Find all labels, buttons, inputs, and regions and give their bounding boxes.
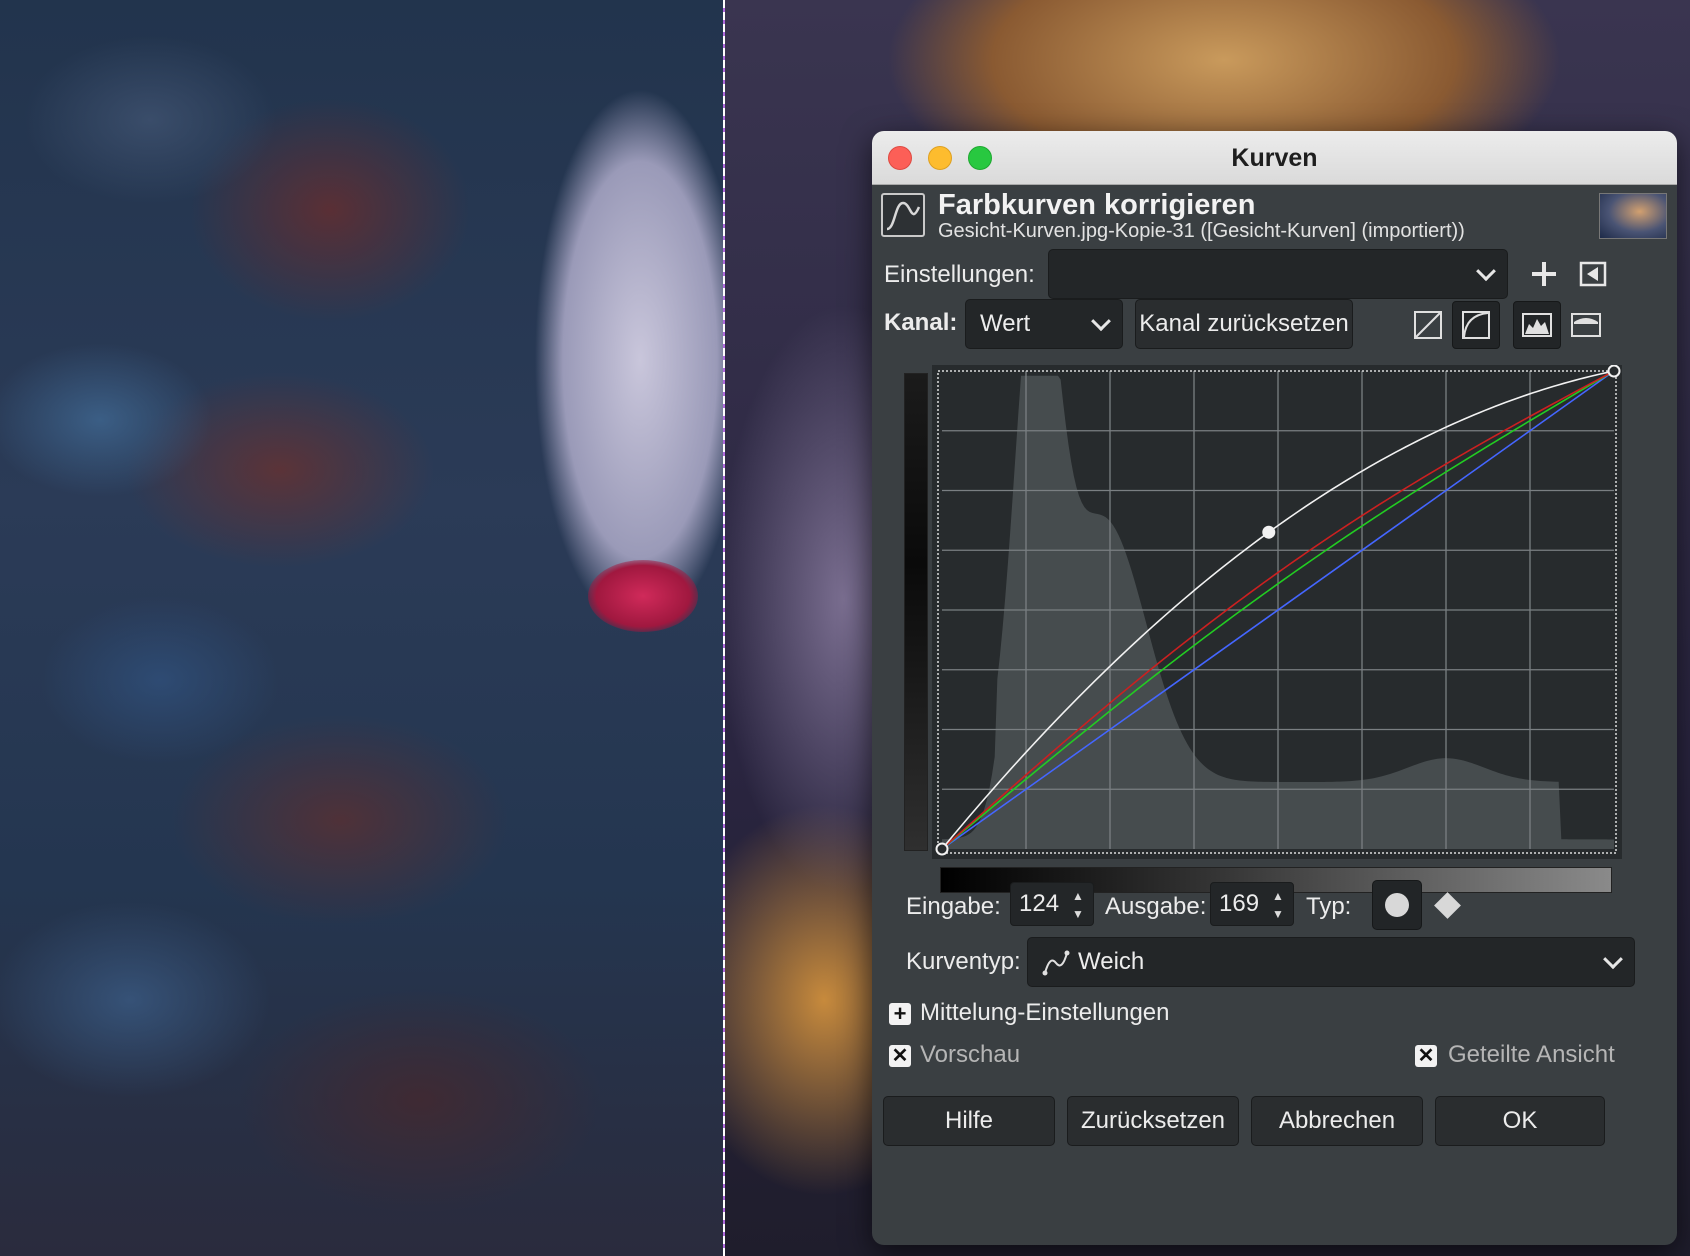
preview-checkbox[interactable]: ✕ [889,1045,911,1067]
split-view-checkbox[interactable]: ✕ [1415,1045,1437,1067]
split-view-divider[interactable] [723,0,725,1256]
point-type-smooth-button[interactable] [1372,880,1422,930]
linear-scale-icon [1414,311,1442,339]
curve-point-end[interactable] [1607,365,1621,378]
channel-value: Wert [980,310,1031,337]
output-gradient-bar [904,373,928,851]
reset-channel-button[interactable]: Kanal zurücksetzen [1135,299,1353,349]
output-spinner[interactable]: 169 ▲ ▼ [1210,882,1294,926]
histogram-icon [1522,313,1552,337]
channel-label: Kanal: [884,309,958,336]
reset-button[interactable]: Zurücksetzen [1067,1096,1239,1146]
output-value: 169 [1219,890,1260,917]
split-view-label: Geteilte Ansicht [1448,1041,1615,1068]
input-label: Eingabe: [906,893,1001,920]
histogram-alt-button[interactable] [1562,301,1610,349]
chevron-down-icon [1091,311,1111,332]
preview-label: Vorschau [920,1041,1021,1068]
curve-point-selected[interactable] [1262,525,1276,539]
settings-dropdown[interactable] [1048,249,1508,299]
header-title: Farbkurven korrigieren [938,189,1256,221]
curve-point-start[interactable] [935,842,949,856]
title-bar[interactable]: Kurven [872,131,1677,185]
spinner-arrows-icon[interactable]: ▲ ▼ [1063,883,1093,925]
header-subtitle: Gesicht-Kurven.jpg-Kopie-31 ([Gesicht-Ku… [938,220,1465,242]
ok-button[interactable]: OK [1435,1096,1605,1146]
spinner-arrows-icon[interactable]: ▲ ▼ [1263,883,1293,925]
cancel-button[interactable]: Abbrechen [1251,1096,1423,1146]
curve-type-label: Kurventyp: [906,948,1021,975]
image-thumbnail [1599,193,1667,239]
dialog-title: Kurven [1231,144,1318,172]
channel-dropdown[interactable]: Wert [965,299,1123,349]
settings-label: Einstellungen: [884,261,1035,288]
output-label: Ausgabe: [1105,893,1207,920]
help-button[interactable]: Hilfe [883,1096,1055,1146]
point-type-corner-button[interactable] [1422,880,1472,930]
expand-plus-icon[interactable]: + [889,1003,911,1025]
curve-tool-icon [881,193,925,237]
input-spinner[interactable]: 124 ▲ ▼ [1010,882,1094,926]
log-histogram-button[interactable] [1452,301,1500,349]
diamond-icon [1433,891,1461,919]
type-label: Typ: [1306,893,1352,920]
curve-type-value: Weich [1078,948,1145,975]
add-preset-button[interactable] [1520,250,1568,298]
preset-menu-icon [1579,261,1607,287]
plus-icon [1532,262,1556,286]
curve-type-dropdown[interactable]: Weich [1027,937,1635,987]
chevron-down-icon [1603,949,1623,970]
curves-dialog: Kurven Farbkurven korrigieren Gesicht-Ku… [872,131,1677,1245]
linear-histogram-button[interactable] [1404,301,1452,349]
preset-menu-button[interactable] [1569,250,1617,298]
curves-graph[interactable] [932,365,1622,859]
histogram-view-button[interactable] [1513,301,1561,349]
photo-lips [588,560,698,632]
logarithmic-scale-icon [1462,311,1490,339]
histogram-alt-icon [1571,313,1601,337]
input-value: 124 [1019,890,1060,917]
circle-icon [1385,893,1409,917]
smooth-curve-icon [1042,950,1070,976]
averaging-settings-expander[interactable]: Mittelung-Einstellungen [920,999,1169,1027]
chevron-down-icon [1476,261,1496,282]
